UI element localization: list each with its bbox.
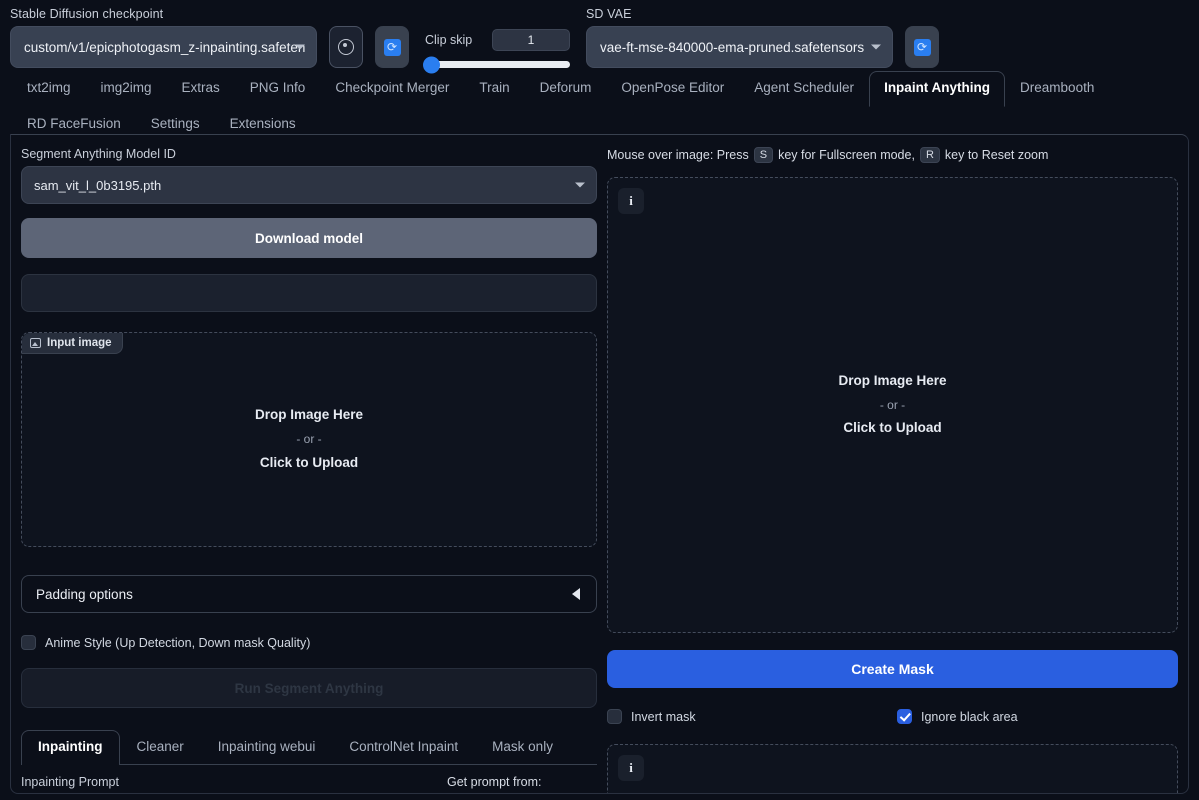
- sam-model-value: sam_vit_l_0b3195.pth: [34, 177, 162, 193]
- tab-png-info[interactable]: PNG Info: [235, 71, 321, 107]
- run-segment-anything-button[interactable]: Run Segment Anything: [21, 668, 597, 708]
- sam-drop-or: - or -: [879, 397, 906, 412]
- anime-style-checkbox-row[interactable]: Anime Style (Up Detection, Down mask Qua…: [21, 635, 597, 650]
- sam-model-select[interactable]: sam_vit_l_0b3195.pth: [21, 166, 597, 204]
- tab-checkpoint-merger[interactable]: Checkpoint Merger: [320, 71, 464, 107]
- get-prompt-from-group: Get prompt from:: [447, 774, 597, 793]
- anime-style-label: Anime Style (Up Detection, Down mask Qua…: [45, 635, 311, 650]
- ignore-black-area-checkbox-row[interactable]: Ignore black area: [897, 709, 1018, 724]
- chevron-down-icon: [295, 44, 305, 50]
- key-s-badge: S: [753, 147, 774, 163]
- model-status-textbox[interactable]: [21, 274, 597, 312]
- inpaint-anything-panel: Segment Anything Model ID sam_vit_l_0b31…: [10, 134, 1189, 794]
- tab-agent-scheduler[interactable]: Agent Scheduler: [739, 71, 869, 107]
- tab-dreambooth[interactable]: Dreambooth: [1005, 71, 1109, 107]
- clip-skip-value[interactable]: 1: [492, 29, 570, 51]
- image-icon: [30, 338, 41, 348]
- padding-options-accordion[interactable]: Padding options: [21, 575, 597, 613]
- inpaint-subtab-bar: Inpainting Cleaner Inpainting webui Control…: [21, 730, 597, 765]
- input-drop-or: - or -: [296, 432, 322, 447]
- zoom-hint-prefix: Mouse over image: Press: [607, 148, 749, 162]
- clip-skip-slider-thumb[interactable]: [423, 56, 440, 73]
- chevron-left-icon: [572, 588, 580, 600]
- sam-drop-line2: Click to Upload: [843, 420, 942, 436]
- create-mask-label: Create Mask: [851, 661, 934, 677]
- vae-label: SD VAE: [586, 7, 632, 21]
- inpainting-prompt-group: Inpainting Prompt: [21, 774, 433, 793]
- inpainting-prompt-label: Inpainting Prompt: [21, 774, 119, 789]
- ignore-black-area-checkbox[interactable]: [897, 709, 912, 724]
- input-image-dropzone[interactable]: Input image Drop Image Here - or - Click…: [21, 332, 597, 547]
- checkpoint-group: Stable Diffusion checkpoint custom/v1/ep…: [10, 7, 317, 68]
- subtab-controlnet-inpaint[interactable]: ControlNet Inpaint: [332, 730, 475, 764]
- tab-txt2img[interactable]: txt2img: [12, 71, 86, 107]
- mask-image-info-icon[interactable]: i: [618, 755, 644, 781]
- tab-openpose-editor[interactable]: OpenPose Editor: [606, 71, 739, 107]
- palette-button[interactable]: [329, 26, 363, 68]
- clip-skip-group: Clip skip 1: [423, 29, 570, 73]
- invert-mask-checkbox-row[interactable]: Invert mask: [607, 709, 897, 724]
- input-image-badge-label: Input image: [47, 337, 112, 349]
- zoom-hint-suffix: key to Reset zoom: [944, 148, 1049, 162]
- mask-options-row: Invert mask Ignore black area: [607, 709, 1178, 724]
- anime-style-checkbox[interactable]: [21, 635, 36, 650]
- subtab-mask-only[interactable]: Mask only: [475, 730, 570, 764]
- invert-mask-label: Invert mask: [631, 709, 696, 724]
- refresh-checkpoint-button[interactable]: ⟳: [375, 26, 409, 68]
- input-image-badge: Input image: [22, 333, 123, 354]
- tab-deforum[interactable]: Deforum: [525, 71, 607, 107]
- checkpoint-dropdown[interactable]: custom/v1/epicphotogasm_z-inpainting.saf…: [10, 26, 317, 68]
- right-column: Mouse over image: Press S key for Fullsc…: [607, 135, 1188, 793]
- chevron-down-icon: [871, 44, 881, 50]
- chevron-down-icon: [575, 182, 585, 188]
- tab-inpaint-anything[interactable]: Inpaint Anything: [869, 71, 1006, 107]
- refresh-icon: ⟳: [913, 38, 931, 56]
- palette-icon: [338, 39, 354, 55]
- refresh-vae-button[interactable]: ⟳: [905, 26, 939, 68]
- top-toolbar: Stable Diffusion checkpoint custom/v1/ep…: [0, 0, 1199, 73]
- tab-img2img[interactable]: img2img: [86, 71, 167, 107]
- mask-image-dropzone[interactable]: i: [607, 744, 1178, 793]
- subtab-cleaner[interactable]: Cleaner: [120, 730, 201, 764]
- download-model-label: Download model: [255, 230, 363, 246]
- download-model-button[interactable]: Download model: [21, 218, 597, 258]
- vae-value: vae-ft-mse-840000-ema-pruned.safetensors: [600, 39, 865, 55]
- clip-skip-label: Clip skip: [425, 33, 473, 47]
- tab-extras[interactable]: Extras: [167, 71, 235, 107]
- subtab-inpainting[interactable]: Inpainting: [21, 730, 120, 765]
- create-mask-button[interactable]: Create Mask: [607, 650, 1178, 688]
- prompt-area: Inpainting Prompt Get prompt from:: [21, 765, 597, 793]
- ignore-black-area-label: Ignore black area: [921, 709, 1018, 724]
- zoom-hint-mid: key for Fullscreen mode,: [778, 148, 915, 162]
- tab-train[interactable]: Train: [464, 71, 524, 107]
- padding-options-label: Padding options: [36, 586, 133, 602]
- sam-image-dropzone[interactable]: i Drop Image Here - or - Click to Upload: [607, 177, 1178, 633]
- left-column: Segment Anything Model ID sam_vit_l_0b31…: [11, 135, 607, 793]
- input-drop-line1: Drop Image Here: [254, 407, 364, 423]
- sam-model-label: Segment Anything Model ID: [21, 147, 176, 161]
- subtab-inpainting-webui[interactable]: Inpainting webui: [201, 730, 333, 764]
- zoom-hint: Mouse over image: Press S key for Fullsc…: [607, 147, 1178, 163]
- vae-group: SD VAE vae-ft-mse-840000-ema-pruned.safe…: [586, 7, 893, 68]
- main-tab-bar: txt2img img2img Extras PNG Info Checkpoint M…: [0, 68, 1199, 143]
- checkpoint-label: Stable Diffusion checkpoint: [10, 7, 164, 21]
- sam-drop-line1: Drop Image Here: [838, 372, 947, 388]
- sam-image-info-icon[interactable]: i: [618, 188, 644, 214]
- input-drop-line2: Click to Upload: [259, 454, 359, 470]
- clip-skip-slider[interactable]: [423, 56, 570, 73]
- vae-dropdown[interactable]: vae-ft-mse-840000-ema-pruned.safetensors: [586, 26, 893, 68]
- key-r-badge: R: [919, 147, 940, 163]
- run-segment-anything-label: Run Segment Anything: [234, 680, 384, 696]
- checkpoint-value: custom/v1/epicphotogasm_z-inpainting.saf…: [24, 39, 306, 55]
- get-prompt-from-label: Get prompt from:: [447, 774, 542, 789]
- invert-mask-checkbox[interactable]: [607, 709, 622, 724]
- refresh-icon: ⟳: [383, 38, 401, 56]
